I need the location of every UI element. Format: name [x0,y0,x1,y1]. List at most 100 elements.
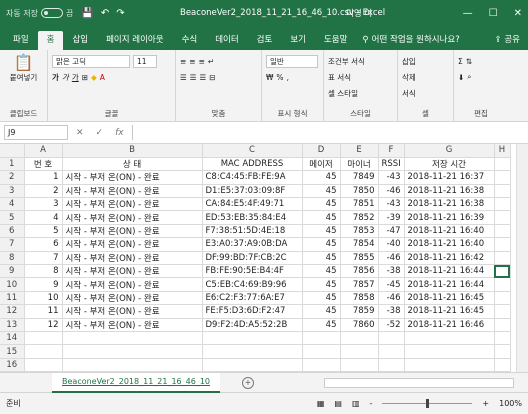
cell[interactable] [404,358,495,372]
cell[interactable] [494,184,511,199]
row-header[interactable]: 12 [0,304,25,319]
cell[interactable]: -40 [378,237,405,252]
border-icon[interactable]: ⊞ [82,73,88,82]
cell[interactable] [404,344,495,359]
cell[interactable]: 시작 - 부저 온(ON) - 완료 [62,318,203,332]
cell[interactable]: 2 [24,184,63,199]
cell[interactable]: 2018-11-21 16:44 [404,277,495,292]
cell[interactable] [202,358,303,372]
column-header[interactable]: E [340,144,379,158]
fill-color-icon[interactable]: ◆ [91,73,97,82]
cell[interactable]: 메이저 [302,157,341,172]
cell[interactable]: 7854 [340,237,379,252]
cell[interactable]: 마이너 [340,157,379,172]
cell[interactable]: 시작 - 부저 온(ON) - 완료 [62,170,203,185]
cell[interactable]: 2018-11-21 16:38 [404,184,495,199]
cell[interactable]: 7859 [340,304,379,319]
cell[interactable]: -46 [378,184,405,199]
add-sheet-button[interactable]: + [242,376,255,389]
find-icon[interactable]: ⌕ [467,72,471,82]
cell[interactable]: C8:C4:45:FB:FE:9A [202,170,303,185]
percent-icon[interactable]: % [276,73,283,82]
cell[interactable] [24,358,63,372]
cell[interactable] [378,331,405,346]
tab-formulas[interactable]: 수식 [173,31,207,50]
cell[interactable]: 45 [302,304,341,319]
cell[interactable]: F7:38:51:5D:4E:18 [202,224,303,239]
cell[interactable]: 45 [302,251,341,266]
maximize-button[interactable]: ☐ [489,8,498,19]
row-header[interactable]: 16 [0,358,25,372]
cell[interactable]: 45 [302,277,341,292]
cell[interactable] [494,304,511,319]
cell[interactable]: -38 [378,264,405,279]
cell[interactable]: 45 [302,184,341,199]
cell[interactable]: 8 [24,264,63,279]
row-header[interactable]: 1 [0,157,25,172]
cell[interactable]: 10 [24,291,63,306]
tab-file[interactable]: 파일 [4,31,38,50]
cell[interactable] [202,344,303,359]
cell[interactable]: 11 [24,304,63,319]
cell[interactable]: 시작 - 부저 온(ON) - 완료 [62,291,203,306]
cell[interactable]: DF:99:BD:7F:CB:2C [202,251,303,266]
zoom-level[interactable]: 100% [499,399,522,408]
cell[interactable]: 2018-11-21 16:39 [404,210,495,225]
row-header[interactable]: 6 [0,224,25,239]
cell[interactable] [340,358,379,372]
cell[interactable]: 5 [24,224,63,239]
cell[interactable]: 시작 - 부저 온(ON) - 완료 [62,264,203,279]
cell[interactable]: FE:F5:D3:6D:F2:47 [202,304,303,319]
autosave-switch[interactable] [40,8,63,18]
cell[interactable]: 시작 - 부저 온(ON) - 완료 [62,277,203,292]
cell[interactable]: -38 [378,304,405,319]
cell[interactable]: 번 호 [24,157,63,172]
cell[interactable] [494,210,511,225]
cell[interactable]: 45 [302,210,341,225]
align-right-icon[interactable]: ☰ [199,73,206,82]
cell[interactable]: 7858 [340,291,379,306]
cell[interactable]: 3 [24,197,63,212]
cell[interactable]: -45 [378,277,405,292]
currency-icon[interactable]: ₩ [266,73,273,82]
zoom-slider[interactable] [382,399,473,408]
cell[interactable]: 2018-11-21 16:45 [404,304,495,319]
cell[interactable]: -39 [378,210,405,225]
cell[interactable] [494,344,511,359]
save-icon[interactable]: 💾 [81,8,93,19]
zoom-out-button[interactable]: - [370,399,373,408]
conditional-format-button[interactable]: 조건부 서식 [328,53,393,69]
cell[interactable]: 2018-11-21 16:44 [404,264,495,279]
name-box[interactable]: J9 [4,125,68,140]
redo-icon[interactable]: ↷ [116,8,124,19]
number-format-select[interactable]: 일반 [266,54,318,68]
cell[interactable]: 2018-11-21 16:40 [404,224,495,239]
tab-view[interactable]: 보기 [281,31,315,50]
cell[interactable] [302,358,341,372]
cell[interactable]: 45 [302,237,341,252]
row-header[interactable]: 14 [0,331,25,346]
cell[interactable] [302,331,341,346]
cell[interactable]: MAC ADDRESS [202,157,303,172]
share-button[interactable]: ⇪ 공유 [495,31,528,50]
cell[interactable]: 시작 - 부저 온(ON) - 완료 [62,304,203,319]
align-center-icon[interactable]: ☰ [190,73,197,82]
cell[interactable] [494,170,511,185]
bold-button[interactable]: 가 [52,72,59,83]
select-all-corner[interactable] [0,144,25,158]
cell[interactable]: 6 [24,237,63,252]
row-header[interactable]: 5 [0,210,25,225]
row-header[interactable]: 2 [0,170,25,185]
row-header[interactable]: 4 [0,197,25,212]
undo-icon[interactable]: ↶ [101,8,109,19]
tab-page-layout[interactable]: 페이지 레이아웃 [97,31,172,50]
cell[interactable]: 2018-11-21 16:46 [404,318,495,332]
comma-icon[interactable]: , [287,73,289,82]
cell[interactable] [378,344,405,359]
align-top-icon[interactable]: ≡ [180,57,186,66]
enter-icon[interactable]: ✓ [96,128,104,138]
cell[interactable]: 7850 [340,184,379,199]
cell[interactable] [494,291,511,306]
cell[interactable]: 2018-11-21 16:40 [404,237,495,252]
cell[interactable]: D9:F2:4D:A5:52:2B [202,318,303,332]
